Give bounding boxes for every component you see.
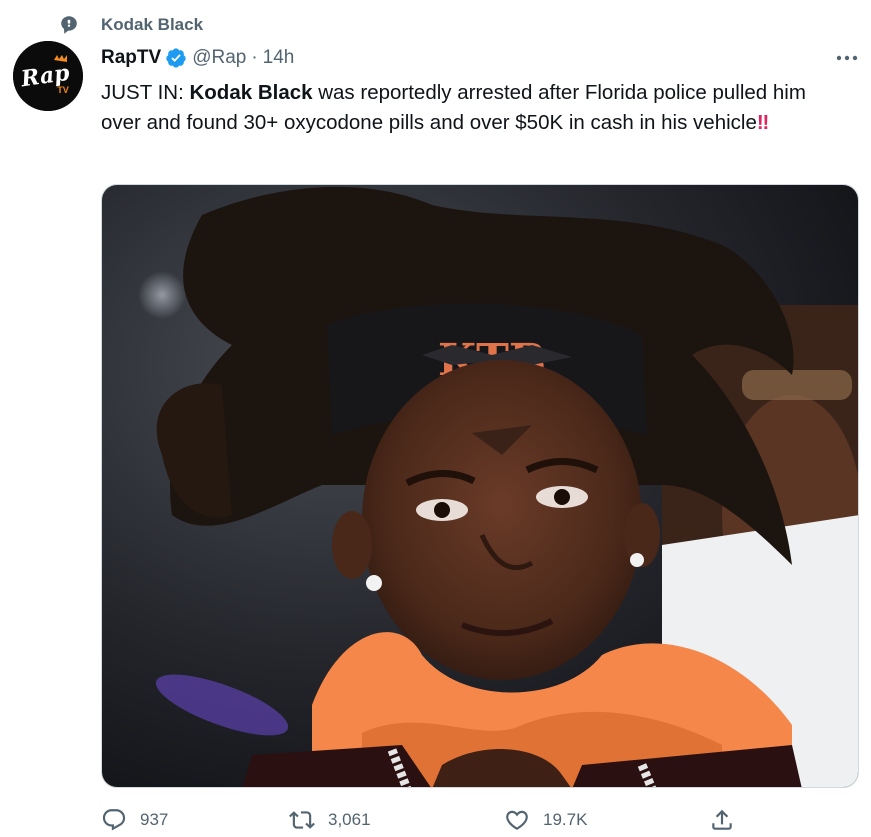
like-count: 19.7K	[543, 810, 588, 829]
reply-count: 937	[140, 810, 169, 829]
heart-icon	[506, 810, 528, 830]
retweet-count: 3,061	[328, 810, 371, 829]
tweet-mention-name: Kodak Black	[189, 81, 313, 104]
reply-button[interactable]: 937	[101, 803, 168, 837]
header-separator: ·	[251, 47, 258, 68]
photo-artwork: KTB	[102, 185, 858, 787]
topic-label: Kodak Black	[101, 15, 204, 34]
double-exclamation-emoji: ‼	[756, 111, 769, 134]
tweet-text: JUST IN: Kodak Black was reportedly arre…	[101, 78, 841, 138]
tweet-prefix: JUST IN:	[101, 81, 190, 104]
avatar-logo-sub: TV	[57, 85, 69, 95]
tweet-actions: 937 3,061 19.7K	[101, 803, 861, 837]
verified-badge-icon	[166, 48, 186, 68]
share-icon	[712, 809, 732, 830]
retweet-icon	[289, 811, 315, 829]
avatar[interactable]: Rap TV	[13, 41, 83, 111]
raptv-logo: Rap TV	[13, 41, 83, 111]
author-display-name[interactable]: RapTV	[101, 47, 161, 69]
like-button[interactable]: 19.7K	[504, 803, 587, 837]
topic-speech-icon	[61, 16, 77, 34]
tweet-photo[interactable]: KTB	[101, 184, 859, 788]
tweet-timestamp[interactable]: 14h	[263, 47, 295, 69]
tweet-header: RapTV @Rap · 14h	[101, 45, 294, 71]
retweet-button[interactable]: 3,061	[289, 803, 371, 837]
share-button[interactable]	[709, 803, 735, 837]
reply-icon	[102, 809, 126, 831]
more-dots-icon	[836, 55, 858, 61]
more-options-button[interactable]	[830, 46, 864, 70]
author-handle[interactable]: @Rap	[192, 47, 246, 69]
